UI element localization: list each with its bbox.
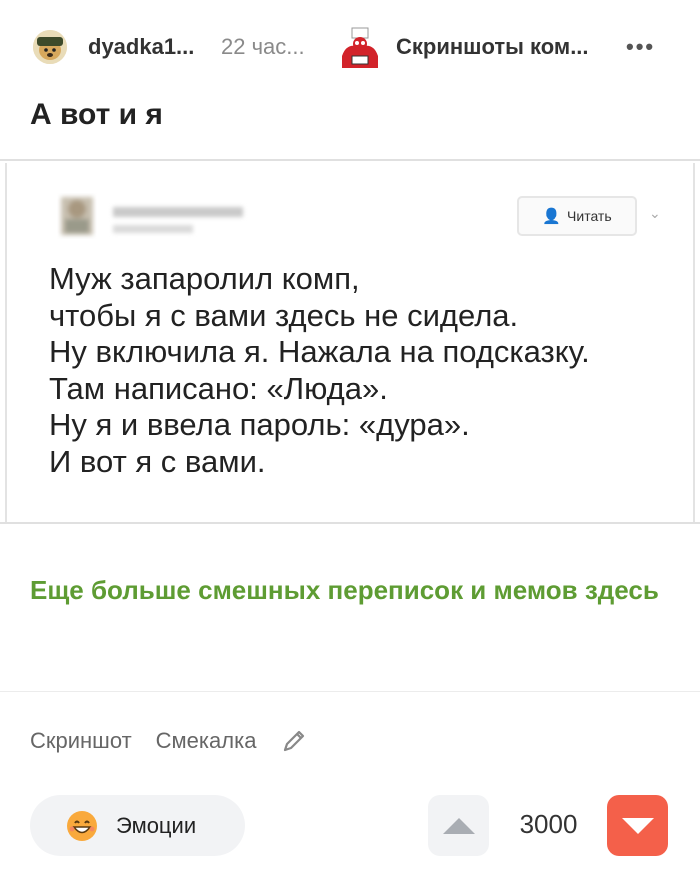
arrow-up-icon — [442, 817, 475, 834]
tweet-line: чтобы я с вами здесь не сидела. — [49, 297, 519, 333]
post-header: dyadka1... 22 час... Скриншоты ком... ••… — [0, 0, 700, 92]
community-name[interactable]: Скриншоты ком... — [396, 34, 589, 60]
blurred-avatar — [61, 197, 93, 235]
post-title: А вот и я — [30, 98, 163, 131]
post-time: 22 час... — [221, 34, 305, 59]
downvote-button[interactable] — [607, 795, 668, 856]
post-image[interactable]: 👤 Читать ⌄ Муж запаролил комп, чтобы я с… — [0, 159, 700, 524]
tags-row: Скриншот Смекалка — [30, 727, 308, 755]
pencil-icon[interactable] — [280, 727, 308, 755]
username[interactable]: dyadka1... — [88, 34, 194, 60]
more-dots-icon[interactable]: ••• — [626, 34, 655, 60]
blurred-name — [113, 207, 243, 217]
blurred-handle — [113, 225, 193, 233]
smile-emoji-icon — [67, 810, 97, 841]
tweet-line: Ну я и ввела пароль: «дура». — [49, 407, 470, 442]
tweet-line: Там написано: «Люда». — [49, 370, 388, 406]
emotions-label: Эмоции — [116, 812, 197, 838]
user-avatar[interactable] — [33, 30, 67, 64]
tweet-line: Ну включила я. Нажала на подсказку. — [49, 334, 590, 369]
follow-button: 👤 Читать — [517, 196, 637, 236]
add-user-icon: 👤 — [542, 208, 562, 225]
tweet-text: Муж запаролил комп, чтобы я с вами здесь… — [49, 261, 669, 480]
emotions-button[interactable]: Эмоции — [30, 795, 245, 856]
follow-label: Читать — [567, 208, 612, 224]
community-avatar[interactable] — [338, 26, 380, 68]
divider — [0, 691, 700, 692]
tweet-line: И вот я с вами. — [49, 443, 266, 479]
promo-link[interactable]: Еще больше смешных переписок и мемов зде… — [30, 566, 670, 614]
upvote-button[interactable] — [428, 795, 489, 856]
tweet-screenshot: 👤 Читать ⌄ Муж запаролил комп, чтобы я с… — [5, 163, 695, 522]
rating-value: 3000 — [519, 809, 578, 839]
arrow-down-icon — [621, 817, 654, 834]
tag-screenshot[interactable]: Скриншот — [30, 728, 132, 754]
chevron-down-icon: ⌄ — [649, 205, 661, 221]
tweet-line: Муж запаролил комп, — [49, 261, 360, 296]
tag-smekalka[interactable]: Смекалка — [156, 728, 257, 754]
